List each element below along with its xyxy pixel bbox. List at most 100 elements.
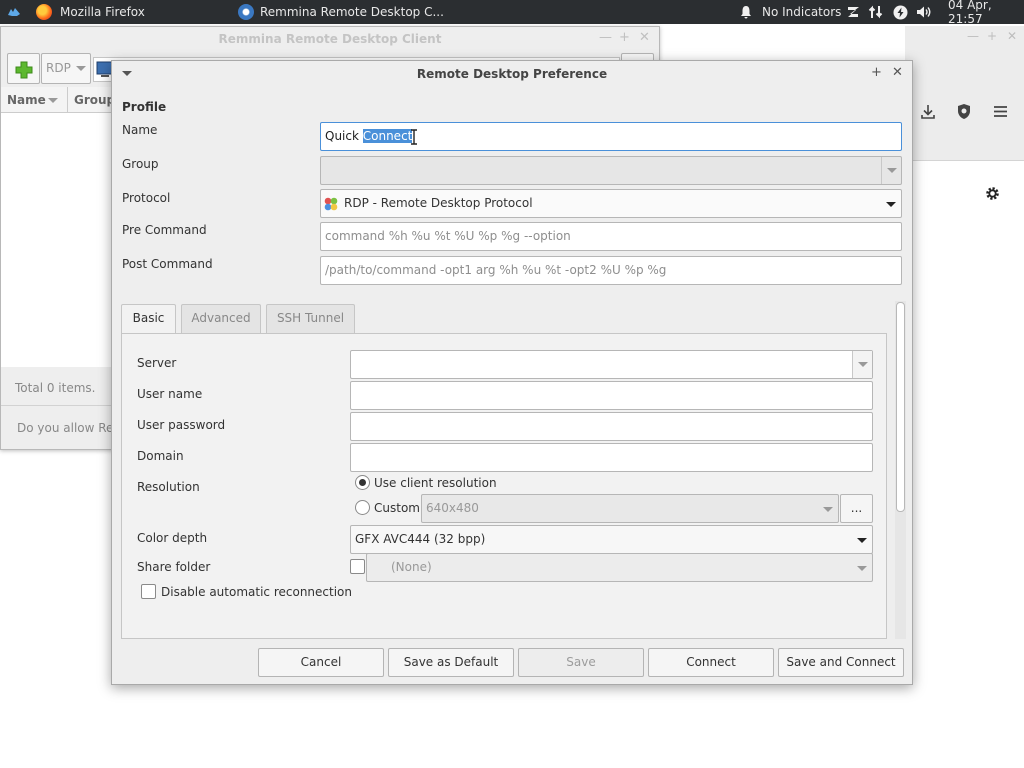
notice-text: Do you allow Rem [17,421,126,435]
download-icon[interactable] [920,104,936,120]
top-panel: Mozilla Firefox Remmina Remote Desktop C… [0,0,1024,26]
username-input[interactable] [350,381,873,410]
protocol-label: Protocol [122,191,171,205]
password-label: User password [137,418,226,432]
power-icon[interactable] [893,0,908,24]
column-divider [67,87,68,113]
password-input[interactable] [350,412,873,441]
dialog-title: Remote Desktop Preference [416,67,608,81]
text-cursor-icon [411,129,417,145]
use-client-resolution-radio[interactable] [355,475,370,490]
dialog-titlebar: Remote Desktop Preference + ✕ [112,61,912,87]
custom-resolution-value: 640x480 [426,501,479,515]
protocol-combo[interactable]: RDP - Remote Desktop Protocol [320,189,902,218]
remmina-main-title: Remmina Remote Desktop Client [218,32,442,46]
disable-reconnect-checkbox[interactable] [141,584,156,599]
disable-reconnect-label[interactable]: Disable automatic reconnection [161,585,352,599]
username-label: User name [137,387,203,401]
custom-resolution-radio[interactable] [355,500,370,515]
ff-minimize-icon[interactable]: — [967,29,979,43]
name-text-selected: Connect [362,129,413,143]
status-divider [1,405,111,406]
remmina-icon [238,4,254,20]
group-combo-button[interactable] [881,157,901,184]
group-combo[interactable] [320,156,902,185]
tab-ssh-tunnel[interactable]: SSH Tunnel [266,304,355,333]
taskbar-firefox[interactable]: Mozilla Firefox [36,0,145,24]
network-icon[interactable] [847,0,860,24]
server-value [351,357,355,371]
ff-maximize-icon[interactable]: + [987,29,997,43]
shield-icon[interactable] [956,103,972,120]
status-text: Total 0 items. [15,381,96,395]
share-folder-label: Share folder [137,560,211,574]
transfer-arrows-icon[interactable] [868,0,884,24]
dialog-close-icon[interactable]: ✕ [892,65,903,80]
server-label: Server [137,356,177,370]
share-folder-value: (None) [391,560,432,574]
name-label: Name [122,123,158,137]
tab-basic[interactable]: Basic [121,304,176,334]
close-icon[interactable]: ✕ [639,30,650,45]
save-as-default-button[interactable]: Save as Default [388,648,514,677]
gear-icon[interactable] [984,185,1001,202]
server-combo[interactable] [350,350,873,379]
save-and-connect-button[interactable]: Save and Connect [778,648,904,677]
domain-label: Domain [137,449,184,463]
pre-command-label: Pre Command [122,223,207,237]
name-text-unselected: Quick [325,129,363,143]
resolution-more-button[interactable]: ... [840,494,873,523]
chevron-down-icon [76,66,86,71]
volume-icon[interactable] [916,0,932,24]
rdp-protocol-icon [324,197,338,211]
post-command-label: Post Command [122,257,213,271]
tab-advanced[interactable]: Advanced [181,304,261,333]
column-group[interactable]: Group [74,93,115,107]
connect-button[interactable]: Connect [648,648,774,677]
chevron-down-icon [857,538,867,543]
taskbar-remmina[interactable]: Remmina Remote Desktop C... [238,0,444,24]
share-folder-combo[interactable]: (None) [366,553,873,582]
ff-close-icon[interactable]: ✕ [1007,29,1017,43]
whisker-menu-icon[interactable] [6,0,22,24]
taskbar-remmina-label: Remmina Remote Desktop C... [260,5,444,19]
group-value [321,163,325,177]
protocol-selector-value: RDP [46,61,71,75]
pre-command-input[interactable]: command %h %u %t %U %p %g --option [320,222,902,251]
name-input[interactable]: Quick Connect [320,122,902,151]
new-connection-button[interactable] [7,53,40,84]
basic-tab-panel: Server User name User password Domain Re… [121,333,887,639]
protocol-value: RDP - Remote Desktop Protocol [344,196,533,210]
server-combo-button[interactable] [852,351,872,378]
chevron-down-icon [858,362,868,367]
connection-list[interactable] [1,113,111,367]
chevron-down-icon [857,566,867,571]
clock[interactable]: 04 Apr, 21:57 [948,0,1024,26]
post-command-input[interactable]: /path/to/command -opt1 arg %h %u %t -opt… [320,256,902,285]
indicators-label[interactable]: No Indicators [762,0,841,24]
firefox-icon [36,4,52,20]
scrollbar-thumb[interactable] [896,302,905,512]
group-label: Group [122,157,159,171]
chevron-down-icon [823,507,833,512]
domain-input[interactable] [350,443,873,472]
firefox-content [905,161,1024,768]
save-button[interactable]: Save [518,648,644,677]
cancel-button[interactable]: Cancel [258,648,384,677]
scrollbar-track[interactable] [895,301,906,639]
plus-icon [15,61,33,79]
protocol-selector[interactable]: RDP [41,53,91,84]
hamburger-menu-icon[interactable] [993,105,1008,118]
notification-bell-icon[interactable] [739,0,753,24]
share-folder-checkbox[interactable] [350,559,365,574]
maximize-icon[interactable]: + [619,30,630,45]
dialog-maximize-icon[interactable]: + [871,65,882,80]
custom-resolution-combo[interactable]: 640x480 [421,494,839,523]
color-depth-value: GFX AVC444 (32 bpp) [355,532,486,546]
minimize-icon[interactable]: — [599,30,612,45]
custom-resolution-label[interactable]: Custom [374,501,420,515]
color-depth-combo[interactable]: GFX AVC444 (32 bpp) [350,525,873,554]
resolution-label: Resolution [137,480,200,494]
column-name[interactable]: Name [7,93,46,107]
use-client-resolution-label[interactable]: Use client resolution [374,476,497,490]
